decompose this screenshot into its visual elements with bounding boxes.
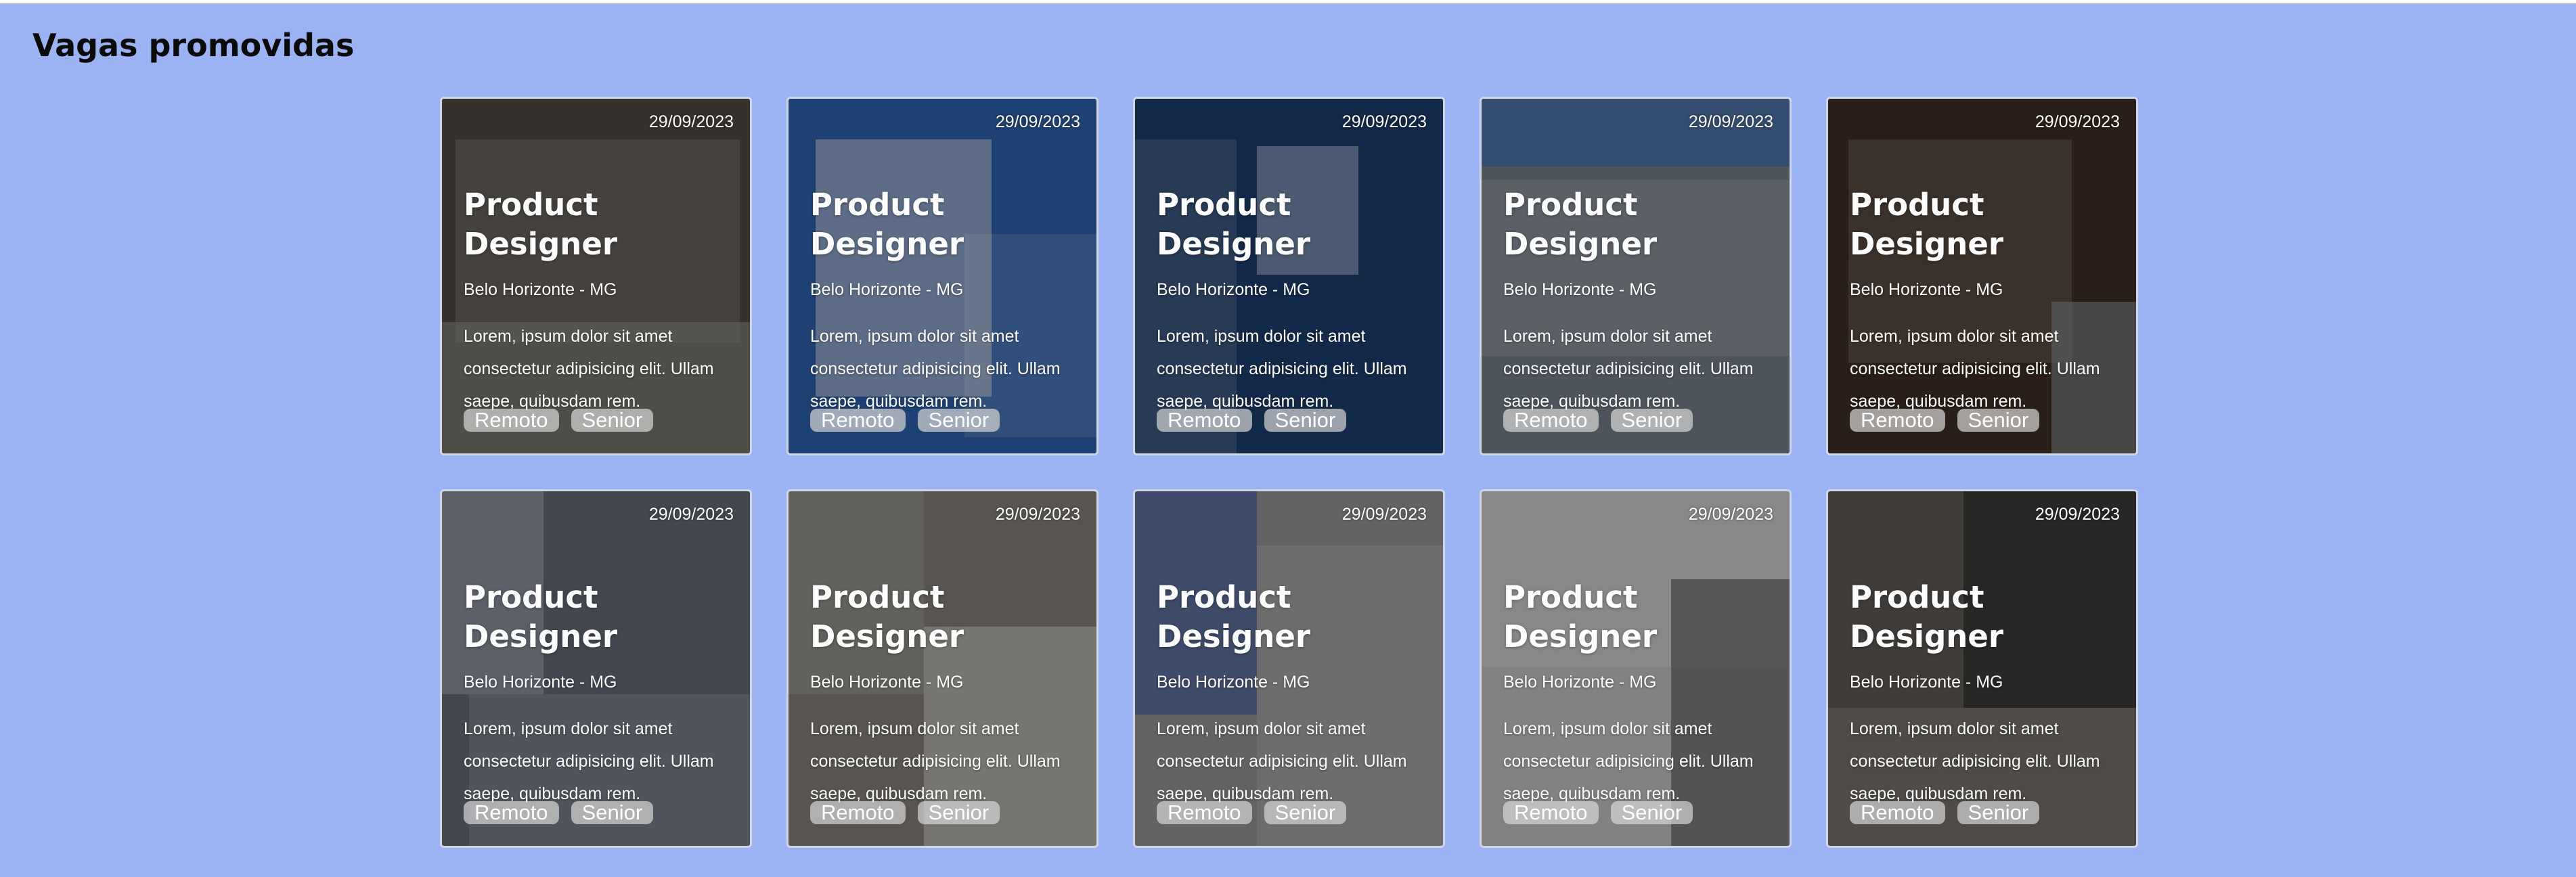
card-tags: Remoto Senior <box>1850 409 2040 432</box>
card-location: Belo Horizonte - MG <box>1850 673 2003 692</box>
card-date: 29/09/2023 <box>2035 112 2120 131</box>
card-location: Belo Horizonte - MG <box>1157 673 1310 692</box>
card-location: Belo Horizonte - MG <box>810 280 964 299</box>
card-date: 29/09/2023 <box>995 505 1080 524</box>
job-card[interactable]: 29/09/2023 Product Designer Belo Horizon… <box>1480 97 1792 455</box>
card-title: Product Designer <box>1503 187 1658 262</box>
card-description: Lorem, ipsum dolor sit amet consectetur … <box>1157 327 1407 411</box>
card-tags: Remoto Senior <box>464 801 654 824</box>
top-border <box>0 0 2576 3</box>
job-card[interactable]: 29/09/2023 Product Designer Belo Horizon… <box>1133 97 1445 455</box>
tag-work-mode: Remoto <box>810 801 906 824</box>
card-date: 29/09/2023 <box>648 505 734 524</box>
card-description: Lorem, ipsum dolor sit amet consectetur … <box>810 719 1061 803</box>
card-title: Product Designer <box>1850 579 2004 654</box>
card-title: Product Designer <box>464 579 618 654</box>
card-date: 29/09/2023 <box>2035 505 2120 524</box>
card-date: 29/09/2023 <box>1341 505 1427 524</box>
tag-work-mode: Remoto <box>1503 409 1599 432</box>
card-tags: Remoto Senior <box>1157 409 1347 432</box>
tag-seniority: Senior <box>917 409 1000 432</box>
tag-work-mode: Remoto <box>464 409 559 432</box>
card-description: Lorem, ipsum dolor sit amet consectetur … <box>1503 327 1754 411</box>
card-location: Belo Horizonte - MG <box>810 673 964 692</box>
page-title: Vagas promovidas <box>32 27 355 64</box>
card-location: Belo Horizonte - MG <box>1157 280 1310 299</box>
card-date: 29/09/2023 <box>995 112 1080 131</box>
job-cards-grid: 29/09/2023 Product Designer Belo Horizon… <box>440 97 2138 848</box>
tag-work-mode: Remoto <box>1850 801 1945 824</box>
job-card[interactable]: 29/09/2023 Product Designer Belo Horizon… <box>786 489 1098 848</box>
card-tags: Remoto Senior <box>1503 409 1693 432</box>
tag-work-mode: Remoto <box>1503 801 1599 824</box>
job-card[interactable]: 29/09/2023 Product Designer Belo Horizon… <box>440 97 752 455</box>
tag-work-mode: Remoto <box>810 409 906 432</box>
card-description: Lorem, ipsum dolor sit amet consectetur … <box>464 719 714 803</box>
card-tags: Remoto Senior <box>810 409 1000 432</box>
card-title: Product Designer <box>810 187 964 262</box>
tag-work-mode: Remoto <box>1157 409 1252 432</box>
tag-work-mode: Remoto <box>1850 409 1945 432</box>
tag-seniority: Senior <box>1264 409 1347 432</box>
card-description: Lorem, ipsum dolor sit amet consectetur … <box>1850 719 2100 803</box>
card-description: Lorem, ipsum dolor sit amet consectetur … <box>1157 719 1407 803</box>
tag-seniority: Senior <box>917 801 1000 824</box>
card-location: Belo Horizonte - MG <box>1503 673 1657 692</box>
tag-work-mode: Remoto <box>464 801 559 824</box>
job-card[interactable]: 29/09/2023 Product Designer Belo Horizon… <box>1480 489 1792 848</box>
tag-seniority: Senior <box>1610 801 1693 824</box>
card-tags: Remoto Senior <box>464 409 654 432</box>
tag-seniority: Senior <box>1957 409 2040 432</box>
tag-seniority: Senior <box>1610 409 1693 432</box>
card-title: Product Designer <box>1503 579 1658 654</box>
card-description: Lorem, ipsum dolor sit amet consectetur … <box>1850 327 2100 411</box>
card-tags: Remoto Senior <box>810 801 1000 824</box>
card-date: 29/09/2023 <box>1341 112 1427 131</box>
card-tags: Remoto Senior <box>1157 801 1347 824</box>
card-tags: Remoto Senior <box>1503 801 1693 824</box>
job-card[interactable]: 29/09/2023 Product Designer Belo Horizon… <box>440 489 752 848</box>
card-location: Belo Horizonte - MG <box>464 673 617 692</box>
tag-seniority: Senior <box>571 801 654 824</box>
card-description: Lorem, ipsum dolor sit amet consectetur … <box>464 327 714 411</box>
card-location: Belo Horizonte - MG <box>1850 280 2003 299</box>
card-date: 29/09/2023 <box>1688 505 1773 524</box>
card-location: Belo Horizonte - MG <box>1503 280 1657 299</box>
card-title: Product Designer <box>1157 187 1311 262</box>
card-title: Product Designer <box>810 579 964 654</box>
job-card[interactable]: 29/09/2023 Product Designer Belo Horizon… <box>1133 489 1445 848</box>
card-description: Lorem, ipsum dolor sit amet consectetur … <box>1503 719 1754 803</box>
card-tags: Remoto Senior <box>1850 801 2040 824</box>
tag-seniority: Senior <box>1957 801 2040 824</box>
job-card[interactable]: 29/09/2023 Product Designer Belo Horizon… <box>1826 489 2138 848</box>
card-title: Product Designer <box>1850 187 2004 262</box>
card-title: Product Designer <box>1157 579 1311 654</box>
tag-work-mode: Remoto <box>1157 801 1252 824</box>
tag-seniority: Senior <box>571 409 654 432</box>
card-date: 29/09/2023 <box>1688 112 1773 131</box>
card-location: Belo Horizonte - MG <box>464 280 617 299</box>
tag-seniority: Senior <box>1264 801 1347 824</box>
card-description: Lorem, ipsum dolor sit amet consectetur … <box>810 327 1061 411</box>
job-card[interactable]: 29/09/2023 Product Designer Belo Horizon… <box>786 97 1098 455</box>
card-title: Product Designer <box>464 187 618 262</box>
job-card[interactable]: 29/09/2023 Product Designer Belo Horizon… <box>1826 97 2138 455</box>
card-date: 29/09/2023 <box>648 112 734 131</box>
